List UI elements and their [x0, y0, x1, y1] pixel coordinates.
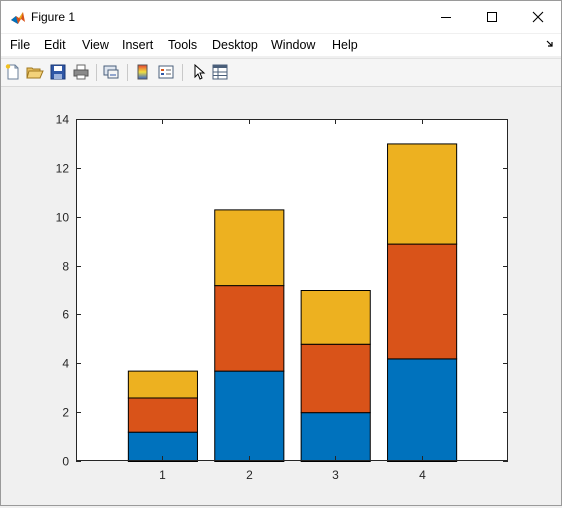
minimize-icon — [441, 17, 451, 18]
print-icon[interactable] — [72, 63, 90, 81]
bar-segment-1-cat-2[interactable] — [214, 370, 285, 462]
x-tick-label: 1 — [159, 468, 166, 482]
menu-insert[interactable]: Insert — [122, 37, 153, 53]
menu-tools[interactable]: Tools — [168, 37, 197, 53]
bar-segment-2-cat-1[interactable] — [127, 397, 198, 433]
maximize-icon — [487, 12, 497, 22]
menu-bar: File Edit View Insert Tools Desktop Wind… — [1, 34, 561, 56]
property-inspector-icon[interactable] — [211, 63, 229, 81]
y-tick-label: 14 — [56, 113, 70, 127]
toolbar-separator — [127, 64, 128, 81]
stacked-bar-chart[interactable]: 024681012141 2 3 4 — [1, 87, 561, 505]
x-tick-label: 4 — [419, 468, 426, 482]
bar-segment-3-cat-2[interactable] — [214, 209, 285, 287]
edit-plot-pointer-icon[interactable] — [189, 63, 207, 81]
y-tick-label: 10 — [56, 211, 70, 225]
maximize-button[interactable] — [469, 1, 515, 33]
colorbar-icon[interactable] — [134, 63, 152, 81]
y-tick-label: 0 — [62, 455, 69, 469]
bar-segment-3-cat-1[interactable] — [127, 370, 198, 399]
y-tick-label: 12 — [56, 162, 70, 176]
bar-segment-3-cat-3[interactable] — [300, 290, 371, 345]
toolbar-separator — [96, 64, 97, 81]
matlab-logo-icon — [11, 12, 25, 24]
x-tick-label: 3 — [332, 468, 339, 482]
open-file-icon[interactable] — [26, 63, 44, 81]
menu-file[interactable]: File — [10, 37, 30, 53]
link-plot-icon[interactable] — [102, 63, 120, 81]
figure-canvas: 0 2 4 6 8 10 12 14 1 2 3 4 — [1, 87, 561, 505]
bar-segment-2-cat-2[interactable] — [214, 285, 285, 372]
close-icon — [532, 11, 544, 23]
menu-edit[interactable]: Edit — [44, 37, 66, 53]
bar-segment-2-cat-3[interactable] — [300, 343, 371, 414]
save-icon[interactable] — [49, 63, 67, 81]
figure-toolbar — [1, 58, 561, 87]
bar-segment-2-cat-4[interactable] — [387, 243, 458, 360]
bar-segment-3-cat-4[interactable] — [387, 143, 458, 245]
menu-view[interactable]: View — [82, 37, 109, 53]
y-tick-label: 2 — [62, 406, 69, 420]
window-title: Figure 1 — [31, 10, 76, 24]
menu-help[interactable]: Help — [332, 37, 358, 53]
legend-icon[interactable] — [157, 63, 175, 81]
y-tick-label: 4 — [62, 357, 69, 371]
menu-window[interactable]: Window — [271, 37, 315, 53]
new-figure-icon[interactable] — [4, 63, 22, 81]
y-tick-label: 6 — [62, 308, 69, 322]
menu-desktop[interactable]: Desktop — [212, 37, 258, 53]
minimize-button[interactable] — [423, 1, 469, 33]
close-button[interactable] — [515, 1, 561, 33]
toolbar-separator — [182, 64, 183, 81]
y-tick-label: 8 — [62, 260, 69, 274]
x-tick-label: 2 — [246, 468, 253, 482]
bar-segment-1-cat-3[interactable] — [300, 412, 371, 462]
figure-window: Figure 1 File Edit View Insert Tools Des… — [0, 0, 562, 506]
dock-arrow-icon[interactable] — [546, 39, 556, 49]
title-bar[interactable]: Figure 1 — [1, 1, 561, 33]
bar-segment-1-cat-4[interactable] — [387, 358, 458, 462]
